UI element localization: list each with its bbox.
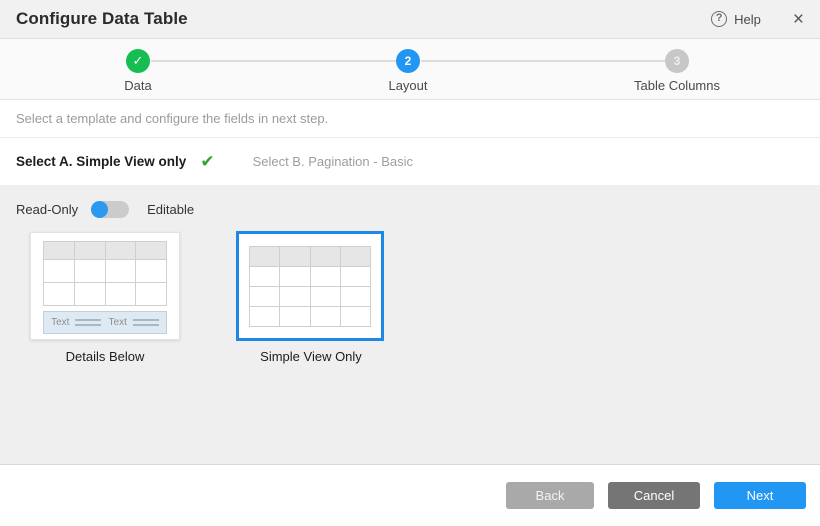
check-icon: ✔ [200,153,214,170]
details-below-label: Details Below [29,349,181,364]
template-card-simple-view-only[interactable] [236,231,384,341]
detail-field-preview: Text [51,317,101,328]
help-icon: ? [711,11,727,27]
detail-text-placeholder: Text [51,317,69,328]
step-layout-label: Layout [338,78,478,93]
step-layout[interactable]: 2 Layout [338,49,478,93]
help-button[interactable]: ? Help [711,11,761,27]
step-table-columns-label: Table Columns [607,78,747,93]
detail-lines-decoration [75,319,101,326]
next-button[interactable]: Next [714,482,806,509]
template-group-selector: Select A. Simple View only ✔ Select B. P… [0,138,820,185]
instruction-text: Select a template and configure the fiel… [16,111,328,126]
step-layout-number: 2 [396,49,420,73]
dialog-titlebar: Configure Data Table ? Help × [0,0,820,39]
simple-view-table-preview [249,246,371,327]
mode-toggle-row: Read-Only Editable [16,199,804,219]
template-card-labels: Details Below Simple View Only [16,349,804,364]
dialog-title: Configure Data Table [16,9,188,29]
dialog-footer: Back Cancel Next [0,464,820,526]
detail-lines-decoration [133,319,159,326]
read-only-label: Read-Only [16,202,78,217]
option-simple-view-only[interactable]: Select A. Simple View only ✔ [16,153,215,170]
cancel-button[interactable]: Cancel [608,482,700,509]
step-data-check-icon: ✓ [126,49,150,73]
wizard-stepper: ✓ Data 2 Layout 3 Table Columns [0,39,820,100]
template-cards-row: Text Text [16,232,804,341]
editable-label: Editable [147,202,194,217]
back-button[interactable]: Back [506,482,594,509]
option-simple-view-only-label: Select A. Simple View only [16,154,186,169]
close-icon[interactable]: × [793,10,804,29]
step-data[interactable]: ✓ Data [68,49,208,93]
help-label: Help [734,12,761,27]
read-only-editable-toggle[interactable] [91,201,129,218]
instruction-row: Select a template and configure the fiel… [0,100,820,138]
template-card-details-below[interactable]: Text Text [30,232,180,340]
step-table-columns: 3 Table Columns [607,49,747,93]
option-pagination-basic[interactable]: Select B. Pagination - Basic [253,154,413,169]
details-below-table-preview [43,241,167,306]
simple-view-only-label: Simple View Only [234,349,388,364]
toggle-knob [91,201,108,218]
configure-data-table-dialog: Configure Data Table ? Help × ✓ Data 2 L… [0,0,820,526]
detail-text-placeholder: Text [109,317,127,328]
step-data-label: Data [68,78,208,93]
step-table-columns-number: 3 [665,49,689,73]
details-strip-preview: Text Text [43,311,167,334]
detail-field-preview: Text [109,317,159,328]
layout-options-panel: Read-Only Editable Text [0,185,820,464]
titlebar-actions: ? Help × [711,10,804,29]
